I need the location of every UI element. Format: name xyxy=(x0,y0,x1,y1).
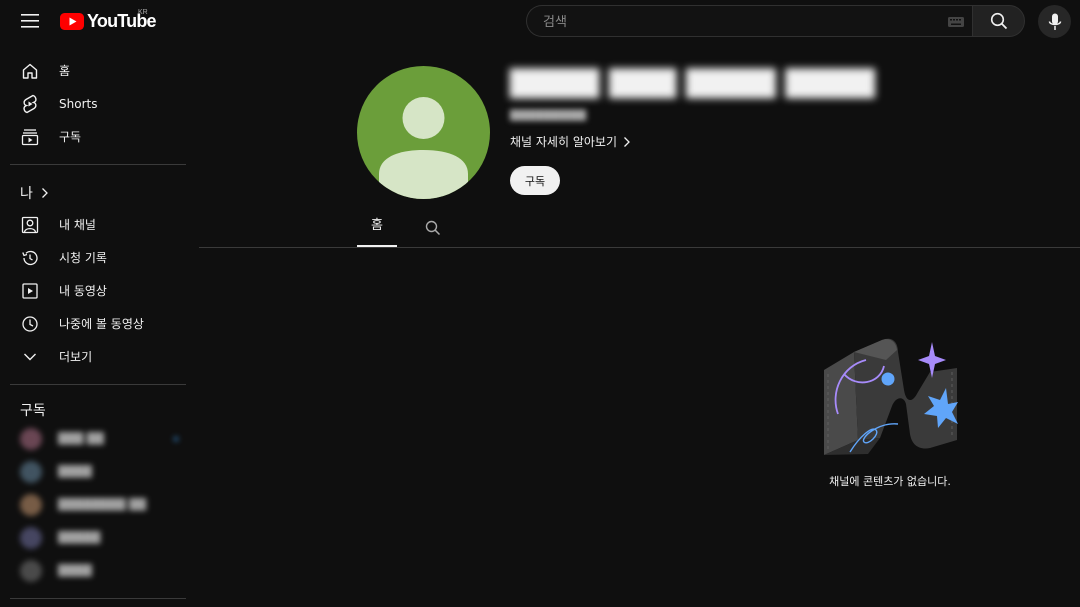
chevron-down-icon xyxy=(20,347,40,367)
empty-content-illustration xyxy=(820,330,960,460)
subscriptions-icon xyxy=(20,127,40,147)
channel-avatar xyxy=(20,460,42,483)
sidebar-section-me[interactable]: 나 xyxy=(20,183,49,203)
microphone-icon xyxy=(1048,13,1062,31)
subscription-item[interactable]: ████████ ██ xyxy=(10,488,186,521)
hamburger-menu-icon xyxy=(21,14,39,28)
channel-handle: ▇▇▇▇▇▇▇▇▇ xyxy=(510,108,587,121)
chevron-right-icon xyxy=(41,187,49,199)
youtube-play-icon xyxy=(60,12,84,30)
subscription-name: █████ xyxy=(58,531,101,544)
sidebar-item-watch-later[interactable]: 나중에 볼 동영상 xyxy=(10,307,186,340)
tabs-divider xyxy=(199,247,1080,248)
sidebar-item-label: 더보기 xyxy=(59,350,93,364)
subscription-name: ████ xyxy=(58,564,92,577)
channel-avatar xyxy=(20,559,42,582)
sidebar-item-home[interactable]: 홈 xyxy=(10,54,186,87)
sidebar-item-show-more[interactable]: 더보기 xyxy=(10,340,186,373)
watch-later-icon xyxy=(20,314,40,334)
sidebar-divider xyxy=(10,164,186,165)
search-icon xyxy=(425,220,441,236)
channel-avatar[interactable] xyxy=(357,66,490,199)
subscribe-button[interactable]: 구독 xyxy=(510,166,560,195)
subscription-name: ████ xyxy=(58,465,92,478)
channel-avatar xyxy=(20,493,42,516)
channel-about-link[interactable]: 채널 자세히 알아보기 xyxy=(510,133,631,150)
sidebar-item-your-videos[interactable]: 내 동영상 xyxy=(10,274,186,307)
sidebar-item-label: 구독 xyxy=(59,130,82,144)
sidebar: 홈 Shorts 구독 나 내 채널 시청 기록 내 동영상 나중에 볼 동영상… xyxy=(0,42,196,607)
top-bar: YouTube KR xyxy=(0,0,1080,42)
sidebar-item-label: 시청 기록 xyxy=(59,251,107,265)
sidebar-item-shorts[interactable]: Shorts xyxy=(10,87,186,120)
sidebar-item-history[interactable]: 시청 기록 xyxy=(10,241,186,274)
channel-name: ▇▇▇▇ ▇▇▇ ▇▇▇▇ ▇▇▇▇ xyxy=(510,64,875,98)
your-channel-icon xyxy=(20,215,40,235)
about-link-label: 채널 자세히 알아보기 xyxy=(510,135,617,149)
search-input[interactable] xyxy=(541,6,945,38)
tab-label: 홈 xyxy=(371,218,383,233)
subscription-item[interactable]: █████ xyxy=(10,521,186,554)
default-avatar-icon xyxy=(357,66,490,199)
subscription-name: ███ ██ xyxy=(58,432,104,445)
search-box xyxy=(526,5,972,38)
shorts-icon xyxy=(20,94,40,114)
section-title: 나 xyxy=(20,186,33,202)
subscription-item[interactable]: ████ xyxy=(10,554,186,587)
voice-search-button[interactable] xyxy=(1038,5,1071,38)
your-videos-icon xyxy=(20,281,40,301)
channel-avatar xyxy=(20,526,42,549)
sidebar-section-subscriptions: 구독 xyxy=(20,400,46,420)
section-title: 구독 xyxy=(20,403,46,419)
search-icon xyxy=(990,12,1008,30)
empty-state-message: 채널에 콘텐츠가 없습니다. xyxy=(829,475,951,488)
subscription-name: ████████ ██ xyxy=(58,498,147,511)
new-content-dot xyxy=(174,436,178,441)
search-button[interactable] xyxy=(972,5,1025,37)
sidebar-divider xyxy=(10,598,186,599)
keyboard-icon[interactable] xyxy=(948,17,964,27)
channel-search-button[interactable] xyxy=(425,220,441,236)
tab-home[interactable]: 홈 xyxy=(357,214,397,247)
history-icon xyxy=(20,248,40,268)
sidebar-item-label: 홈 xyxy=(59,64,71,78)
chevron-right-icon xyxy=(623,136,631,148)
sidebar-item-label: 내 채널 xyxy=(59,218,96,232)
sidebar-item-subscriptions[interactable]: 구독 xyxy=(10,120,186,153)
channel-avatar xyxy=(20,427,42,450)
sidebar-item-label: Shorts xyxy=(59,96,98,111)
sidebar-item-your-channel[interactable]: 내 채널 xyxy=(10,208,186,241)
subscription-item[interactable]: ████ xyxy=(10,455,186,488)
menu-button[interactable] xyxy=(16,9,44,33)
sidebar-item-label: 나중에 볼 동영상 xyxy=(59,317,144,331)
home-icon xyxy=(20,61,40,81)
subscription-item[interactable]: ███ ██ xyxy=(10,422,186,455)
region-code: KR xyxy=(138,9,148,16)
sidebar-divider xyxy=(10,384,186,385)
sidebar-item-label: 내 동영상 xyxy=(59,284,107,298)
